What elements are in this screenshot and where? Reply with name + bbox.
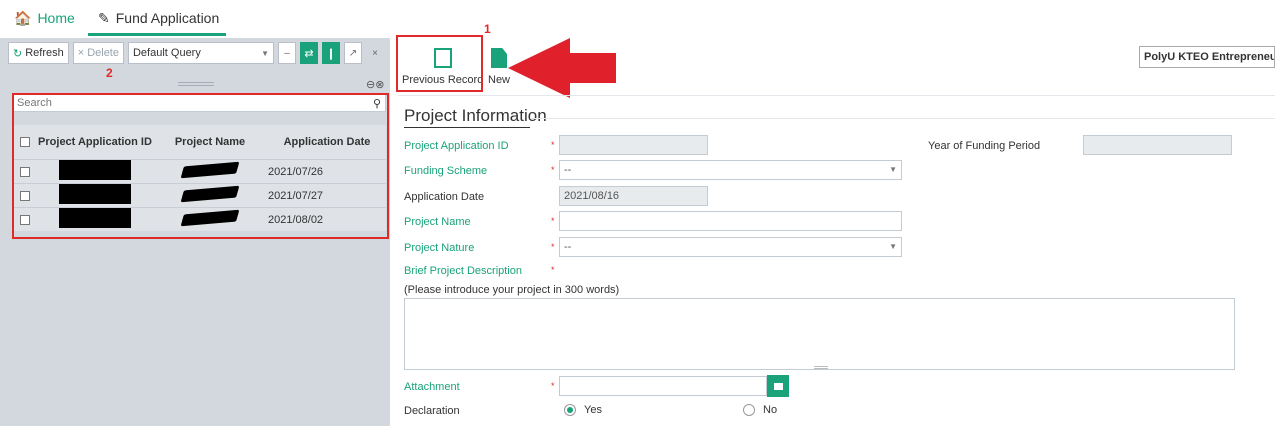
close-panel-icon: ×	[372, 47, 378, 59]
annotation-box-1	[396, 35, 483, 92]
list-toolbar: ↻ Refresh × Delete Default Query ▼ – ⇄ ❙…	[8, 42, 384, 64]
required-marker: *	[551, 242, 555, 252]
chevron-down-icon: ▼	[261, 48, 269, 58]
home-icon: 🏠	[14, 9, 32, 26]
textarea-resize-grip[interactable]	[814, 366, 828, 369]
close-icon: ×	[77, 47, 85, 59]
chevron-down-icon: ▼	[889, 165, 897, 174]
section-title: Project Information	[404, 106, 547, 125]
minus-icon: –	[284, 47, 290, 59]
resize-handle[interactable]	[178, 82, 214, 86]
pin-icon: ❙	[326, 47, 336, 60]
swap-button[interactable]: ⇄	[299, 42, 318, 64]
section-rule	[530, 118, 1275, 119]
minus-button[interactable]: –	[277, 42, 296, 64]
tab-home[interactable]: 🏠 Home	[14, 7, 75, 29]
app-date-value: 2021/08/16	[564, 190, 620, 202]
top-tab-bar: 🏠 Home ✎ Fund Application	[0, 0, 1275, 36]
required-marker: *	[551, 265, 555, 275]
collapse-toggle-icon[interactable]: ⊖⊗	[366, 78, 384, 91]
chevron-down-icon: ▼	[889, 242, 897, 251]
toolbar-divider	[398, 95, 1275, 96]
expand-button[interactable]: ↗	[343, 42, 362, 64]
required-marker: *	[551, 165, 555, 175]
new-button[interactable]: New	[488, 42, 510, 86]
app-id-label: Project Application ID	[404, 140, 509, 152]
tab-fund-label: Fund Application	[115, 10, 220, 26]
organization-selector[interactable]: PolyU KTEO Entrepreneurs	[1139, 46, 1275, 68]
app-id-field	[559, 135, 708, 155]
active-tab-indicator	[88, 33, 226, 36]
scheme-label: Funding Scheme	[404, 165, 488, 177]
tab-fund-application[interactable]: ✎ Fund Application	[98, 7, 219, 29]
declaration-no-radio[interactable]	[743, 404, 755, 416]
annotation-number-2: 2	[106, 66, 113, 80]
annotation-number-1: 1	[484, 22, 491, 36]
required-marker: *	[551, 216, 555, 226]
refresh-button[interactable]: ↻ Refresh	[8, 42, 69, 64]
pin-button[interactable]: ❙	[321, 42, 340, 64]
expand-icon: ↗	[348, 47, 358, 59]
refresh-label: Refresh	[25, 47, 64, 59]
desc-label: Brief Project Description	[404, 265, 522, 277]
annotation-box-2	[12, 93, 389, 239]
annotation-arrow-head	[508, 38, 570, 98]
new-label: New	[488, 74, 511, 86]
tab-home-label: Home	[37, 10, 75, 26]
project-name-input[interactable]	[559, 211, 902, 231]
attach-file-button[interactable]	[767, 375, 789, 397]
new-document-icon	[491, 48, 507, 68]
app-date-label: Application Date	[404, 191, 485, 203]
edit-document-icon: ✎	[98, 9, 110, 26]
project-description-textarea[interactable]	[404, 298, 1235, 370]
declaration-label: Declaration	[404, 405, 460, 417]
year-label: Year of Funding Period	[928, 140, 1041, 152]
attach-label: Attachment	[404, 381, 460, 393]
close-button[interactable]: ×	[366, 42, 384, 64]
no-label: No	[763, 404, 778, 416]
section-underline	[404, 127, 530, 128]
query-select[interactable]: Default Query ▼	[127, 42, 274, 64]
required-marker: *	[551, 140, 555, 150]
annotation-arrow-body	[568, 53, 616, 83]
scheme-value: --	[564, 164, 572, 176]
app-date-field: 2021/08/16	[559, 186, 708, 206]
folder-icon	[773, 382, 783, 390]
declaration-yes-radio[interactable]	[564, 404, 576, 416]
year-field	[1083, 135, 1232, 155]
required-marker: *	[551, 381, 555, 391]
funding-scheme-select[interactable]: -- ▼	[559, 160, 902, 180]
refresh-icon: ↻	[13, 47, 23, 60]
delete-label: Delete	[87, 47, 119, 59]
yes-label: Yes	[584, 404, 602, 416]
nature-value: --	[564, 241, 572, 253]
swap-icon: ⇄	[304, 47, 314, 60]
delete-button[interactable]: × Delete	[72, 42, 124, 64]
nature-label: Project Nature	[404, 242, 475, 254]
attachment-field[interactable]	[559, 376, 767, 396]
query-value: Default Query	[132, 47, 201, 59]
project-nature-select[interactable]: -- ▼	[559, 237, 902, 257]
name-label: Project Name	[404, 216, 471, 228]
desc-hint: (Please introduce your project in 300 wo…	[404, 284, 620, 296]
